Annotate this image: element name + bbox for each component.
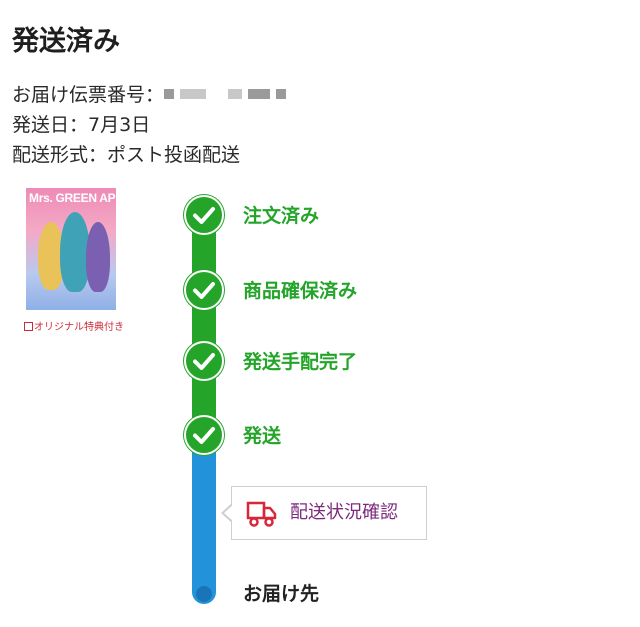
destination-dot bbox=[196, 586, 212, 602]
delivery-status-button[interactable]: 配送状況確認 bbox=[231, 486, 427, 540]
bonus-caption: オリジナル特典付き bbox=[24, 318, 124, 333]
delivery-method-value: ポスト投函配送 bbox=[107, 144, 241, 166]
ship-date-label: 発送日： bbox=[12, 114, 89, 136]
gift-icon bbox=[24, 321, 33, 331]
cover-figure bbox=[86, 222, 110, 292]
page-title: 発送済み bbox=[12, 26, 120, 57]
timeline-step-label: 発送手配完了 bbox=[243, 351, 358, 373]
bonus-caption-text: オリジナル特典付き bbox=[34, 322, 124, 333]
check-icon bbox=[183, 194, 225, 236]
check-icon bbox=[183, 269, 225, 311]
delivery-status-label: 配送状況確認 bbox=[290, 502, 398, 523]
timeline-step-label: 注文済み bbox=[243, 205, 320, 227]
tracking-number-label: お届け伝票番号： bbox=[12, 84, 165, 106]
delivery-method-line: 配送形式：ポスト投函配送 bbox=[12, 140, 240, 170]
check-icon bbox=[183, 414, 225, 456]
tracking-number-line: お届け伝票番号： bbox=[12, 80, 292, 110]
product-thumbnail[interactable]: Mrs. GREEN APPLE bbox=[26, 188, 116, 310]
delivery-method-label: 配送形式： bbox=[12, 144, 108, 166]
check-icon bbox=[183, 340, 225, 382]
callout-pointer-fill bbox=[224, 505, 233, 521]
ship-date-line: 発送日：7月3日 bbox=[12, 110, 150, 140]
ship-date-value: 7月3日 bbox=[88, 114, 151, 136]
timeline-track-pending bbox=[192, 452, 216, 604]
timeline-step-label: 発送 bbox=[243, 425, 282, 447]
timeline-step-label: 商品確保済み bbox=[243, 280, 358, 302]
tracking-number-masked bbox=[164, 84, 292, 106]
thumbnail-title: Mrs. GREEN APPLE bbox=[29, 191, 116, 205]
truck-icon bbox=[246, 499, 278, 533]
destination-label: お届け先 bbox=[243, 583, 320, 605]
